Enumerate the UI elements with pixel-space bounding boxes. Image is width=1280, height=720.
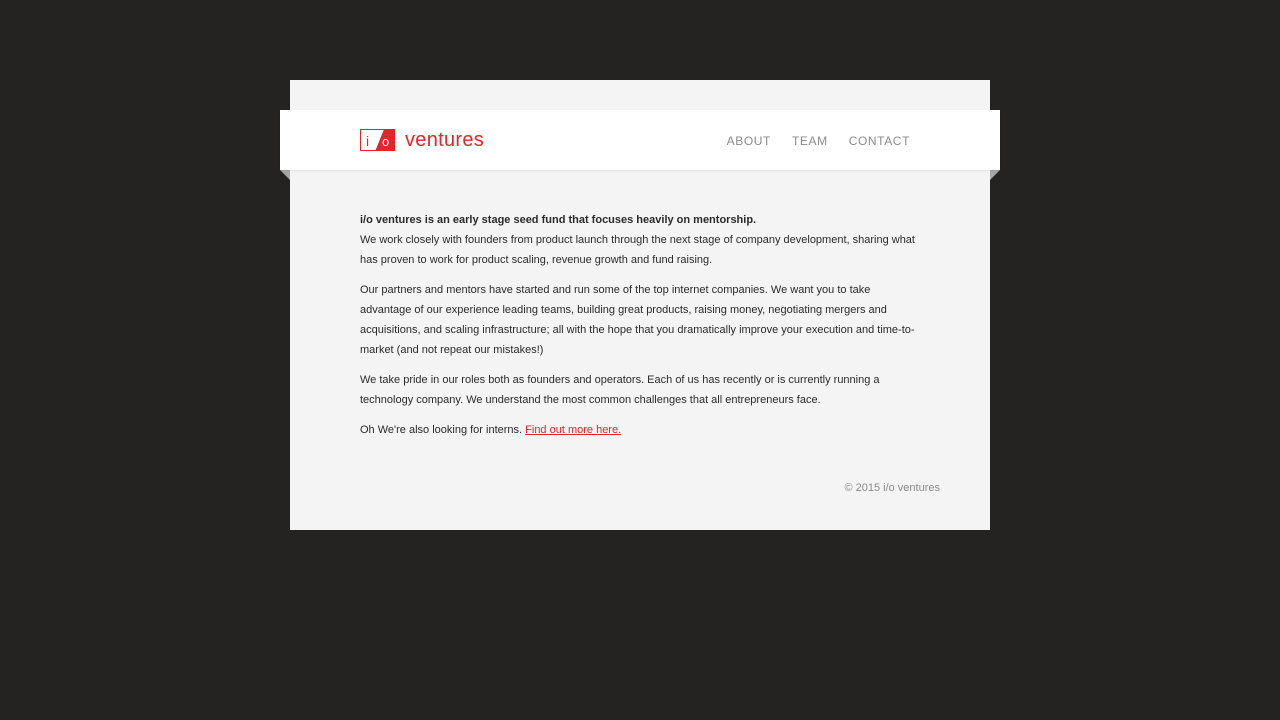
ribbon-fold-right bbox=[990, 170, 1000, 180]
header-ribbon: i o ventures ABOUT TEAM CONTACT bbox=[280, 110, 1000, 170]
nav-contact-link[interactable]: CONTACT bbox=[849, 134, 910, 148]
logo-wordmark: ventures bbox=[405, 129, 485, 151]
logo-mark-o: o bbox=[382, 134, 390, 149]
founders-paragraph: We take pride in our roles both as found… bbox=[360, 374, 880, 406]
intro-body-text: We work closely with founders from produ… bbox=[360, 234, 915, 266]
ribbon-fold-left bbox=[280, 170, 290, 180]
logo-link[interactable]: i o ventures bbox=[360, 129, 484, 151]
interns-text: Oh We're also looking for interns. bbox=[360, 424, 523, 436]
nav-about-link[interactable]: ABOUT bbox=[727, 134, 771, 148]
interns-paragraph: Oh We're also looking for interns. Find … bbox=[360, 420, 920, 440]
lead-statement: i/o ventures is an early stage seed fund… bbox=[360, 214, 757, 226]
interns-link[interactable]: Find out more here. bbox=[525, 424, 621, 436]
footer: © 2015 i/o ventures bbox=[290, 482, 940, 494]
main-content: i/o ventures is an early stage seed fund… bbox=[360, 210, 920, 450]
logo-mark-icon: i o bbox=[360, 129, 395, 151]
nav-team-link[interactable]: TEAM bbox=[792, 134, 828, 148]
main-nav: ABOUT TEAM CONTACT bbox=[727, 134, 910, 148]
partners-paragraph: Our partners and mentors have started an… bbox=[360, 284, 915, 356]
intro-paragraph: i/o ventures is an early stage seed fund… bbox=[360, 210, 920, 270]
logo-mark-i: i bbox=[366, 133, 370, 149]
copyright-text: © 2015 i/o ventures bbox=[844, 482, 940, 494]
